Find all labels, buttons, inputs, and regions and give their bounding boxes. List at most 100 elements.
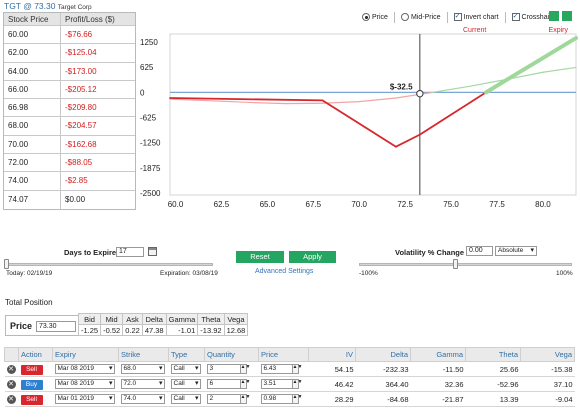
price-input[interactable]: 73.30	[36, 321, 76, 332]
strike-select[interactable]: 72.0	[120, 379, 165, 389]
vega-cell: -15.38	[520, 361, 575, 377]
table-row: 62.00 -$125.04	[4, 44, 135, 63]
y-tick-label: -1875	[140, 164, 161, 173]
expiry-select[interactable]: Mar 01 2019	[54, 394, 115, 404]
days-to-expire-input[interactable]: 17	[116, 247, 144, 257]
cell-pl: -$209.80	[65, 103, 97, 113]
x-tick-label: 62.5	[214, 200, 230, 209]
volatility-change-label: Volatility % Change	[395, 248, 465, 257]
price-radio[interactable]: Price	[362, 13, 388, 21]
radio-icon	[400, 13, 409, 21]
y-tick-label: 625	[140, 63, 154, 72]
value-bid: -1.25	[77, 324, 102, 336]
volatility-min-label: -100%	[359, 270, 378, 277]
gamma-cell: -11.50	[410, 361, 466, 377]
value-mid: -0.52	[100, 324, 124, 336]
payoff-chart[interactable]: 1250 625 0 -625 -1250 -1875 -2500 60.0 62.5 65.0 6…	[138, 30, 578, 212]
advanced-settings-link[interactable]: Advanced Settings	[255, 268, 313, 275]
cell-pl: -$162.68	[65, 139, 97, 149]
header-ask: Ask	[122, 313, 143, 325]
header-vega: Vega	[520, 347, 575, 362]
cell-price: 66.00	[4, 80, 61, 99]
theta-cell: 25.66	[465, 361, 521, 377]
remove-leg-icon[interactable]: ✕	[6, 395, 16, 404]
header-action: Action	[18, 347, 53, 362]
action-sell-button[interactable]: Sell	[20, 394, 43, 405]
volatility-mode-select[interactable]: Absolute	[495, 246, 537, 256]
symbol-title: TGT @ 73.30 Target Corp	[4, 1, 92, 11]
cell-pl: -$173.00	[65, 66, 97, 76]
cell-price: 72.00	[4, 154, 61, 172]
days-slider-track[interactable]	[6, 263, 213, 266]
quantity-input[interactable]: 2	[206, 394, 241, 404]
vega-cell: -9.04	[520, 391, 575, 407]
theta-cell: -52.96	[465, 376, 521, 392]
gamma-cell: -21.87	[410, 391, 466, 407]
quantity-input[interactable]: 6	[206, 379, 241, 389]
price-input[interactable]: 3.51	[260, 379, 293, 389]
x-tick-label: 60.0	[168, 200, 184, 209]
value-gamma: -1.01	[165, 324, 199, 336]
price-stepper-icon[interactable]: ▲▼	[292, 379, 302, 389]
apply-button[interactable]: Apply	[289, 251, 336, 263]
price-input[interactable]: 6.43	[260, 364, 293, 374]
expiry-select[interactable]: Mar 08 2019	[54, 364, 115, 374]
strike-select[interactable]: 68.0	[120, 364, 165, 374]
cell-price: 74.07	[4, 190, 61, 209]
type-select[interactable]: Call	[170, 379, 201, 389]
volatility-slider-handle[interactable]	[453, 259, 458, 269]
reset-button[interactable]: Reset	[236, 251, 284, 263]
iv-cell: 28.29	[308, 391, 356, 407]
type-cell: Call	[168, 391, 205, 407]
action-buy-button[interactable]: Buy	[20, 379, 43, 390]
volatility-slider-track[interactable]	[359, 263, 572, 266]
type-select[interactable]: Call	[170, 394, 201, 404]
value-delta: 47.38	[141, 324, 167, 336]
remove-leg-icon[interactable]: ✕	[6, 380, 16, 389]
price-stepper-icon[interactable]: ▲▼	[292, 394, 302, 404]
x-tick-label: 80.0	[535, 200, 551, 209]
divider	[446, 11, 448, 23]
header-mid: Mid	[100, 313, 124, 325]
leg-row: ✕ Buy Mar 08 2019 72.0 Call 6▲▼ 3.51▲▼ 4…	[4, 376, 575, 392]
header-iv: IV	[308, 347, 356, 362]
table-header: Stock Price Profit/Loss ($)	[4, 13, 135, 26]
header-quantity: Quantity	[204, 347, 259, 362]
quantity-input[interactable]: 3	[206, 364, 241, 374]
x-tick-label: 65.0	[260, 200, 276, 209]
volatility-input[interactable]: 0.00	[466, 246, 493, 256]
cell-price: 64.00	[4, 62, 61, 80]
calendar-icon[interactable]	[148, 247, 157, 256]
mid-price-radio[interactable]: Mid-Price	[400, 13, 441, 21]
quantity-stepper-icon[interactable]: ▲▼	[240, 379, 250, 389]
remove-leg-icon[interactable]: ✕	[6, 365, 16, 374]
view-button-right[interactable]	[562, 11, 572, 21]
checkmark-icon: ✓	[453, 13, 462, 21]
price-input[interactable]: 0.98	[260, 394, 293, 404]
greeks-value-row: -1.25 -0.52 0.22 47.38 -1.01 -13.92 12.6…	[77, 324, 249, 336]
invert-chart-checkbox[interactable]: ✓ Invert chart	[453, 13, 499, 21]
quantity-stepper-icon[interactable]: ▲▼	[240, 394, 250, 404]
table-row: 74.07 $0.00	[4, 190, 135, 209]
column-header-stock-price: Stock Price	[4, 13, 61, 25]
x-tick-label: 72.5	[397, 200, 413, 209]
mid-price-radio-label: Mid-Price	[410, 13, 441, 21]
type-select[interactable]: Call	[170, 364, 201, 374]
delta-cell: 364.40	[355, 376, 411, 392]
table-row: 66.98 -$209.80	[4, 99, 135, 118]
expiry-select[interactable]: Mar 08 2019	[54, 379, 115, 389]
y-tick-label: -625	[140, 114, 157, 123]
quantity-stepper-icon[interactable]: ▲▼	[240, 364, 250, 374]
cell-pl: -$88.05	[65, 158, 93, 168]
action-sell-button[interactable]: Sell	[20, 364, 43, 375]
plot-area	[169, 33, 577, 196]
price-stepper-icon[interactable]: ▲▼	[292, 364, 302, 374]
header-theta: Theta	[465, 347, 521, 362]
days-slider-handle[interactable]	[4, 259, 9, 269]
expiry-cell: Mar 08 2019	[52, 361, 119, 377]
strike-cell: 68.0	[118, 361, 169, 377]
table-row: 68.00 -$204.57	[4, 117, 135, 136]
strike-select[interactable]: 74.0	[120, 394, 165, 404]
view-button-left[interactable]	[549, 11, 559, 21]
header-delta: Delta	[141, 313, 167, 325]
